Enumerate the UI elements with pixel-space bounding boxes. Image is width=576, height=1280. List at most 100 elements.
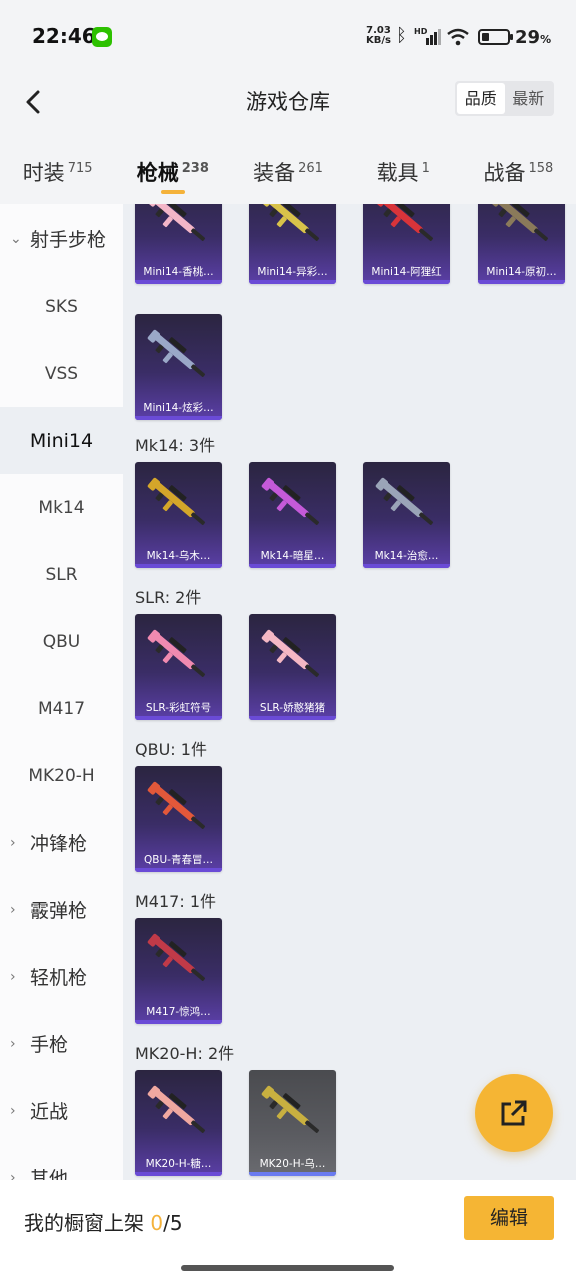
status-bar: 22:46 7.03 KB/s ᛒ HD 29% — [0, 0, 576, 72]
gun-image — [147, 781, 206, 829]
item-card[interactable]: Mk14-暗星… — [249, 462, 336, 568]
item-name: Mini14-异彩… — [257, 266, 328, 278]
item-card[interactable]: Mini14-异彩… — [249, 204, 336, 284]
item-name: SLR-彩虹符号 — [145, 702, 212, 714]
item-name: Mini14-香桃… — [143, 266, 214, 278]
gun-image — [261, 629, 320, 677]
item-card[interactable]: SLR-彩虹符号 — [135, 614, 222, 720]
section-label: Mk14: 3件 — [135, 436, 216, 455]
sidebar-item-0[interactable]: ⌄ 射手步枪 — [0, 204, 123, 273]
gun-image — [261, 1085, 320, 1133]
home-indicator[interactable] — [181, 1265, 394, 1271]
item-card[interactable]: Mini14-炫彩… — [135, 314, 222, 420]
sidebar-item-8[interactable]: MK20-H — [0, 742, 123, 809]
item-name: Mini14-炫彩… — [143, 402, 214, 414]
tab-label: 装备 — [253, 161, 296, 185]
tab-3[interactable]: 载具 1 — [346, 140, 461, 200]
item-name: MK20-H-乌… — [259, 1158, 326, 1170]
battery-percent: 29% — [515, 27, 552, 48]
edit-button[interactable]: 编辑 — [464, 1196, 554, 1240]
sidebar-item-label: 轻机枪 — [30, 967, 88, 989]
item-name: Mini14-原初… — [486, 266, 557, 278]
item-card[interactable]: Mk14-乌木… — [135, 462, 222, 568]
showcase-label: 我的橱窗上架 0/5 — [24, 1211, 183, 1235]
gun-image — [490, 204, 549, 241]
chevron-right-icon: › — [10, 968, 16, 985]
chevron-right-icon: › — [10, 834, 16, 851]
net-speed: 7.03 KB/s — [366, 25, 391, 46]
gun-image — [261, 204, 320, 241]
tab-0[interactable]: 时装 715 — [0, 140, 115, 200]
tab-label: 时装 — [22, 161, 65, 185]
item-name: SLR-娇憨猪猪 — [259, 702, 326, 714]
tab-2[interactable]: 装备 261 — [230, 140, 345, 200]
sidebar-item-11[interactable]: › 轻机枪 — [0, 943, 123, 1010]
showcase-count: 0 — [150, 1211, 164, 1235]
sidebar-item-label: SLR — [45, 564, 78, 585]
tab-1[interactable]: 枪械 238 — [115, 140, 230, 200]
item-card[interactable]: MK20-H-糖… — [135, 1070, 222, 1176]
gun-image — [147, 329, 206, 377]
tab-count: 158 — [528, 161, 554, 176]
sort-latest-button[interactable]: 最新 — [505, 83, 553, 114]
sidebar-item-14[interactable]: › 其他 — [0, 1144, 123, 1180]
signal-icon: HD — [414, 27, 441, 45]
sidebar-item-label: MK20-H — [28, 765, 95, 786]
tab-count: 715 — [67, 161, 93, 176]
sidebar-item-3[interactable]: Mini14 — [0, 407, 123, 474]
chevron-right-icon: › — [10, 1102, 16, 1119]
chevron-right-icon: › — [10, 901, 16, 918]
gun-image — [147, 629, 206, 677]
sidebar-item-7[interactable]: M417 — [0, 675, 123, 742]
item-card[interactable]: Mini14-阿狸红 — [363, 204, 450, 284]
sidebar-item-label: VSS — [44, 363, 79, 384]
sidebar-item-4[interactable]: Mk14 — [0, 474, 123, 541]
sidebar-item-2[interactable]: VSS — [0, 340, 123, 407]
item-name: MK20-H-糖… — [145, 1158, 212, 1170]
share-fab[interactable] — [475, 1074, 553, 1152]
clock: 22:46 — [32, 24, 96, 48]
battery-fill — [482, 33, 489, 41]
item-name: Mk14-治愈… — [374, 550, 439, 562]
item-card[interactable]: Mini14-香桃… — [135, 204, 222, 284]
tab-label: 枪械 — [136, 161, 179, 185]
section-label: MK20-H: 2件 — [135, 1044, 235, 1063]
tab-label: 战备 — [483, 161, 526, 185]
sidebar-item-13[interactable]: › 近战 — [0, 1077, 123, 1144]
category-tabs: 时装 715 枪械 238 装备 261 载具 1 战备 158 — [0, 140, 576, 200]
bluetooth-icon: ᛒ — [396, 25, 407, 46]
gun-image — [375, 204, 434, 241]
section-label: QBU: 1件 — [135, 740, 207, 759]
sidebar-item-label: Mini14 — [29, 429, 94, 452]
item-name: M417-惊鸿… — [146, 1006, 211, 1018]
sidebar-item-5[interactable]: SLR — [0, 541, 123, 608]
sidebar-item-1[interactable]: SKS — [0, 273, 123, 340]
sidebar-item-10[interactable]: › 霰弹枪 — [0, 876, 123, 943]
header: 游戏仓库 品质 最新 — [0, 72, 576, 134]
item-card[interactable]: SLR-娇憨猪猪 — [249, 614, 336, 720]
sidebar-item-label: 其他 — [30, 1168, 69, 1180]
item-card[interactable]: MK20-H-乌… — [249, 1070, 336, 1176]
sidebar-item-label: 近战 — [30, 1101, 69, 1123]
item-card[interactable]: Mini14-原初… — [478, 204, 565, 284]
sidebar-item-label: 霰弹枪 — [30, 900, 88, 922]
item-card[interactable]: QBU-青春冒… — [135, 766, 222, 872]
sidebar-item-label: 射手步枪 — [30, 229, 107, 251]
sidebar-item-9[interactable]: › 冲锋枪 — [0, 809, 123, 876]
sort-quality-button[interactable]: 品质 — [457, 83, 505, 114]
sidebar-item-6[interactable]: QBU — [0, 608, 123, 675]
chevron-right-icon: › — [10, 1169, 16, 1181]
tab-count: 1 — [421, 161, 430, 176]
gun-image — [147, 204, 206, 241]
sidebar-item-label: 冲锋枪 — [30, 833, 88, 855]
item-name: Mk14-暗星… — [260, 550, 325, 562]
wifi-icon — [446, 28, 470, 51]
tab-4[interactable]: 战备 158 — [461, 140, 576, 200]
sidebar-item-12[interactable]: › 手枪 — [0, 1010, 123, 1077]
gun-image — [375, 477, 434, 525]
item-card[interactable]: M417-惊鸿… — [135, 918, 222, 1024]
sidebar-item-label: SKS — [45, 296, 78, 317]
sort-toggle: 品质 最新 — [455, 81, 554, 116]
item-card[interactable]: Mk14-治愈… — [363, 462, 450, 568]
wechat-icon — [92, 27, 112, 47]
